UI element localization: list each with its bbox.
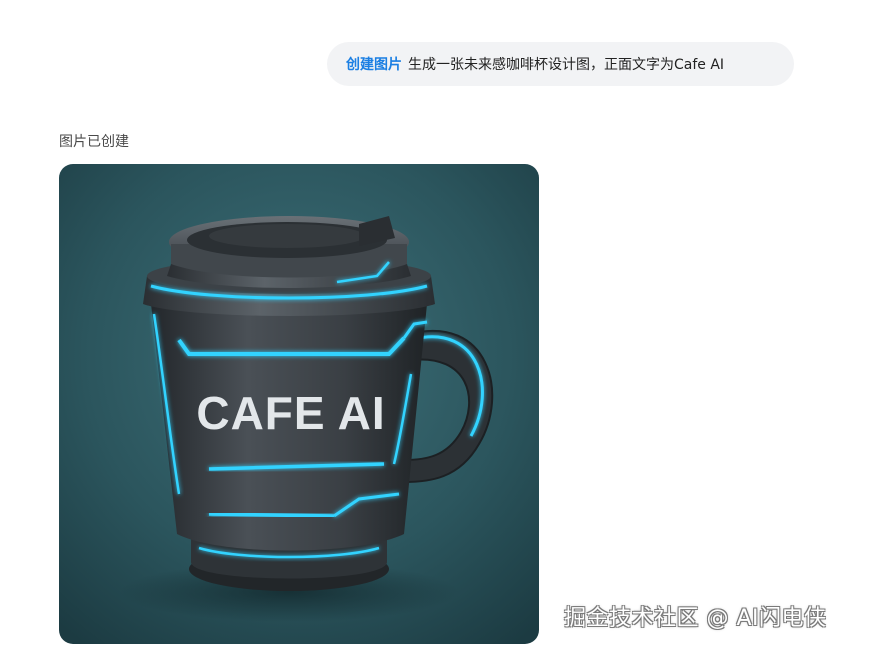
watermark: 掘金技术社区 @ AI闪电侠: [564, 606, 827, 631]
coffee-cup-illustration: CAFE AI: [59, 164, 539, 644]
prompt-text: 生成一张未来感咖啡杯设计图，正面文字为Cafe AI: [408, 57, 725, 73]
user-prompt-bubble: 创建图片 生成一张未来感咖啡杯设计图，正面文字为Cafe AI: [327, 42, 794, 86]
generated-image[interactable]: CAFE AI: [59, 164, 539, 644]
image-created-status: 图片已创建: [59, 134, 129, 150]
cup-text: CAFE AI: [196, 387, 385, 439]
chat-page: 创建图片 生成一张未来感咖啡杯设计图，正面文字为Cafe AI 图片已创建 CA…: [0, 0, 869, 650]
create-image-tag[interactable]: 创建图片: [346, 54, 402, 74]
